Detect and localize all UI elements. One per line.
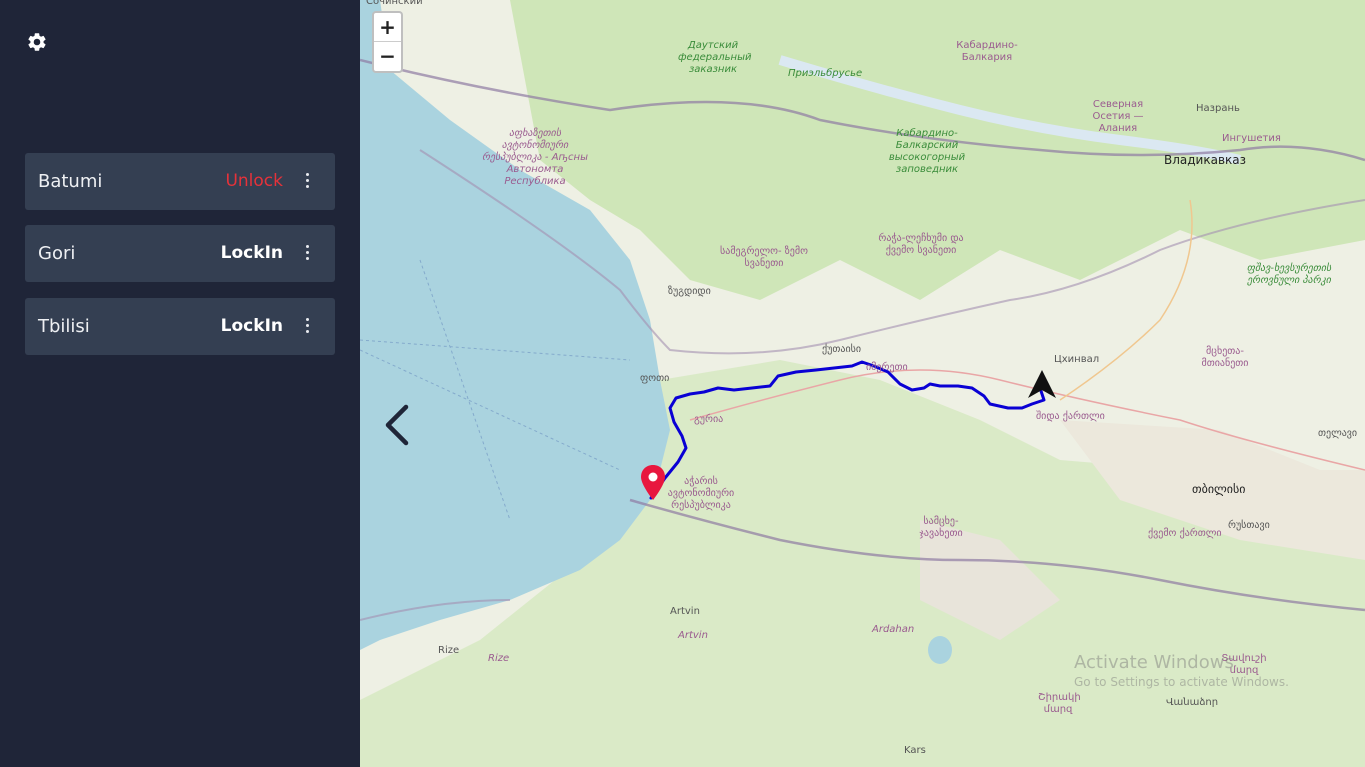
map-label: სამცხე- ჯავახეთი: [919, 516, 963, 539]
map-label: Северная Осетия — Алания: [1092, 99, 1144, 134]
watermark-title: Activate Windows: [1074, 652, 1234, 673]
map-label: Շիրակի մարզ: [1038, 692, 1081, 715]
map-label: Kars: [904, 745, 926, 756]
map-label: შიდა ქართლი: [1036, 411, 1105, 422]
map-label: რაჭა-ლეჩხუმი და ქვემო სვანეთი: [878, 233, 964, 256]
map-label: Сочинский: [366, 0, 423, 7]
map-label: აფხაზეთის ავტონომიური რესპუბლიკა - Аҧсны…: [482, 128, 588, 187]
map-label: იმერეთი: [866, 362, 908, 373]
map-label: თელავი: [1318, 428, 1358, 439]
route-name: Batumi: [38, 171, 103, 192]
map-label: Rize: [438, 645, 460, 656]
route-card-gori[interactable]: Gori LockIn: [25, 225, 335, 282]
map-label: Кабардино- Балкарский высокогорный запов…: [888, 128, 966, 175]
map-label: Даутский федеральный заказник: [678, 40, 752, 75]
map-label: Кабардино- Балкария: [956, 40, 1018, 63]
zoom-control: + −: [372, 11, 403, 73]
lockin-button[interactable]: LockIn: [221, 225, 283, 282]
map-label: სამეგრელო- ზემო სვანეთი: [720, 246, 808, 269]
map-label: Artvin: [670, 606, 700, 617]
route-card-batumi[interactable]: Batumi Unlock: [25, 153, 335, 210]
more-vertical-icon[interactable]: [299, 245, 315, 262]
route-name: Tbilisi: [38, 316, 90, 337]
unlock-button[interactable]: Unlock: [225, 153, 283, 210]
map-label: აჭარის ავტონომიური რესპუბლიკა: [667, 476, 735, 511]
chevron-left-icon[interactable]: [382, 403, 412, 447]
watermark-subtitle: Go to Settings to activate Windows.: [1074, 675, 1289, 689]
map-label: რუსთავი: [1228, 520, 1270, 531]
map-label: Назрань: [1196, 103, 1240, 114]
map-label: მცხეთა- მთიანეთი: [1201, 346, 1249, 369]
map-label: Приэльбрусье: [788, 68, 863, 79]
windows-activation-watermark: Activate Windows Go to Settings to activ…: [1074, 652, 1289, 689]
zoom-out-button[interactable]: −: [374, 42, 401, 71]
map-label: ფშავ-ხევსურეთის ეროვნული პარკი: [1246, 263, 1332, 286]
map-view[interactable]: Сочинский Даутский федеральный заказник …: [360, 0, 1365, 767]
more-vertical-icon[interactable]: [299, 173, 315, 190]
map-label: გურია: [694, 414, 724, 425]
map-label: ზუგდიდი: [668, 286, 711, 297]
map-label: Վանաձոր: [1166, 697, 1219, 708]
map-label: თბილისი: [1192, 482, 1246, 496]
lockin-button[interactable]: LockIn: [221, 298, 283, 355]
sidebar: Batumi Unlock Gori LockIn Tbilisi LockIn: [0, 0, 360, 767]
map-label: ქუთაისი: [822, 344, 862, 355]
map-label: Цхинвал: [1054, 354, 1100, 365]
gear-icon[interactable]: [26, 31, 48, 53]
zoom-in-button[interactable]: +: [374, 13, 401, 42]
map-label: ფოთი: [640, 373, 670, 384]
more-vertical-icon[interactable]: [299, 318, 315, 335]
map-label: Rize: [488, 653, 510, 664]
map-label: Artvin: [678, 630, 708, 641]
map-label: ქვემო ქართლი: [1148, 528, 1222, 539]
map-label: Ardahan: [872, 624, 915, 635]
map-label: Ингушетия: [1222, 133, 1281, 144]
map-label: Владикавказ: [1164, 153, 1247, 167]
route-card-tbilisi[interactable]: Tbilisi LockIn: [25, 298, 335, 355]
route-name: Gori: [38, 243, 76, 264]
